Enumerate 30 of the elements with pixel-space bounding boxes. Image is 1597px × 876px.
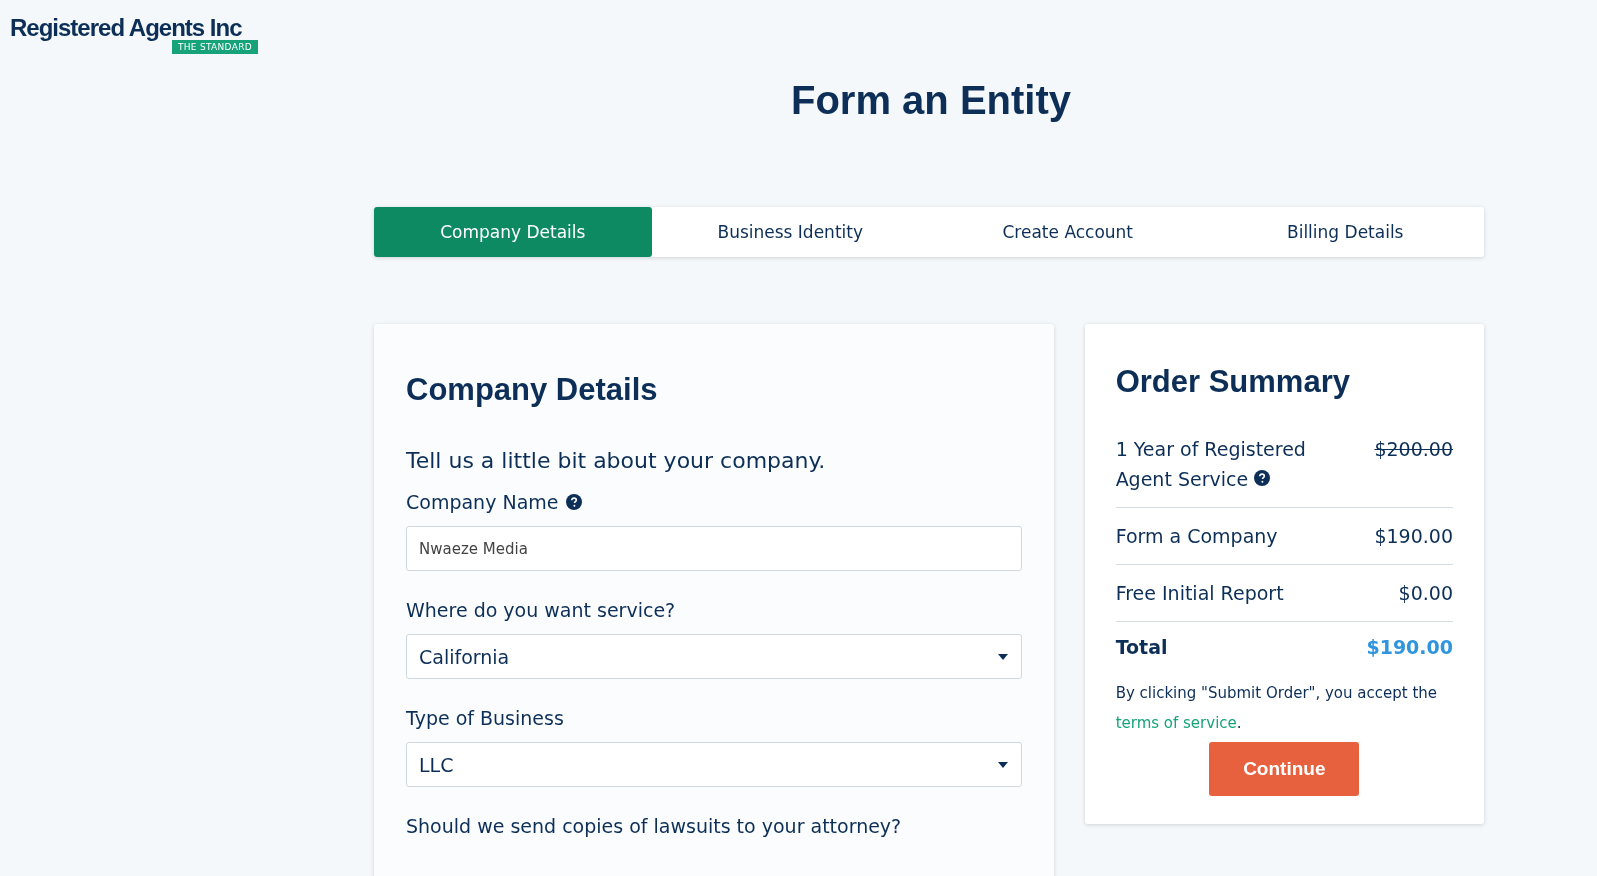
select-field[interactable]: California [406,634,1022,679]
field-label: Type of Business [406,707,564,729]
step-tab[interactable]: Create Account [929,207,1207,257]
item-price: $0.00 [1398,581,1453,606]
caret-icon [997,761,1008,768]
summary-heading: Order Summary [1115,364,1350,400]
item-label: Free Initial Report [1115,581,1284,606]
section-heading: Company Details [406,372,658,408]
item-label: 1 Year of Registered Agent Service [1115,437,1307,492]
help-icon[interactable] [1254,470,1271,486]
step-tab[interactable]: Business Identity [651,207,929,257]
total-price: $190.00 [1366,636,1453,658]
help-icon[interactable] [566,494,583,510]
terms-note: By clicking "Submit Order", you accept the terms of service. [1115,683,1438,734]
caret-icon [997,653,1008,660]
step-tab[interactable]: Billing Details [1206,207,1484,257]
field-label: Company Name [406,491,559,513]
select-field[interactable]: LLC [406,742,1022,787]
text-field[interactable]: Nwaeze Media [406,526,1022,571]
tagline-badge: THE STANDARD [172,40,258,54]
field-label: Where do you want service? [406,599,676,621]
item-label: Form a Company [1115,524,1278,549]
field-label: Should we send copies of lawsuits to your attorney? [406,815,902,837]
step-tab[interactable]: Company Details [374,207,652,257]
total-label: Total [1115,636,1168,658]
page-title: Form an Entity [791,78,1071,123]
brand-logo[interactable]: Registered Agents Inc [10,14,242,42]
item-price: $200.00 [1374,437,1453,462]
item-price: $190.00 [1374,524,1453,549]
intro-text: Tell us a little bit about your company. [406,448,826,473]
